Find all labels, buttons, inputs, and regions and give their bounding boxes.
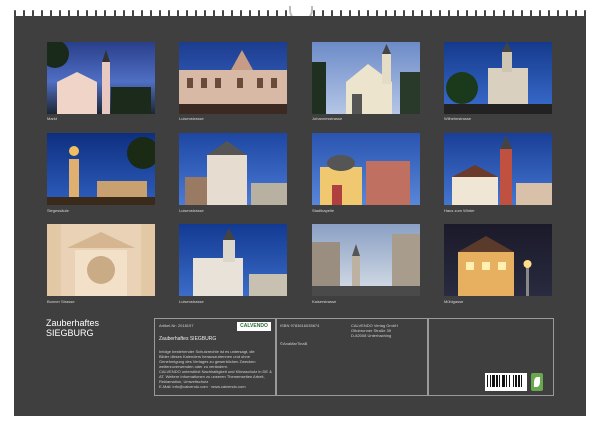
photo-luisenstrasse-2	[179, 133, 287, 205]
barcode-bar	[487, 375, 488, 387]
barcode	[485, 373, 527, 391]
barcode-bar	[490, 375, 491, 387]
photo-caption: Haus zum Winter	[444, 208, 475, 213]
barcode-bar	[509, 375, 510, 387]
photo-haus-zum-winter	[444, 133, 552, 205]
isbn: ISBN 9783616035674	[280, 323, 320, 328]
barcode-bar	[496, 375, 498, 387]
calendar-title-line2: SIEGBURG	[46, 328, 94, 338]
info-box-right	[428, 318, 554, 396]
info-box-middle: ISBN 9783616035674 ©AnaMarTinaB CALVENDO…	[276, 318, 428, 396]
photo-caption: Luisenstrasse	[179, 208, 204, 213]
photo-caption: Johannesstrasse	[312, 116, 343, 121]
barcode-bar	[515, 375, 517, 387]
article-number: Artikel-Nr: 2018197	[159, 323, 194, 328]
photo-caption: Mühlgasse	[444, 299, 464, 304]
photo-wilhelmstrasse	[444, 42, 552, 114]
photo-caption: Wilhelmstrasse	[444, 116, 472, 121]
publisher-city: D-82008 Unterhaching	[351, 333, 392, 338]
photo-caption: Siegessäule	[47, 208, 69, 213]
info-box-left: Artikel-Nr: 2018197 CALVENDO Zauberhafte…	[154, 318, 276, 396]
photo-luisenstrasse-1	[179, 42, 287, 114]
photo-caption: Luisenstrasse	[179, 116, 204, 121]
photo-caption: Bonner Strasse	[47, 299, 75, 304]
barcode-bar	[492, 375, 495, 387]
photo-johannesstrasse	[312, 42, 420, 114]
photo-markt	[47, 42, 155, 114]
photo-caption: Luisenstrasse	[179, 299, 204, 304]
barcode-bar	[499, 375, 500, 387]
photo-muehlgasse	[444, 224, 552, 296]
calendar-back-page: Markt Luisenstrasse Johannesstrasse Wilh…	[14, 16, 586, 416]
photo-luisenstrasse-3	[179, 224, 287, 296]
photo-bonner-strasse	[47, 224, 155, 296]
calvendo-logo: CALVENDO	[237, 322, 271, 331]
photo-siegessaeule	[47, 133, 155, 205]
barcode-bar	[502, 375, 505, 387]
eco-leaf-icon	[531, 373, 543, 391]
product-title: Zauberhaftes SIEGBURG	[159, 336, 217, 342]
author-line: ©AnaMarTinaB	[280, 341, 308, 346]
barcode-bar	[521, 375, 522, 387]
photo-caption: Stadtkapelle	[312, 208, 335, 213]
barcode-bar	[506, 375, 507, 387]
photo-kaiserstrasse	[312, 224, 420, 296]
description-line: E-Mail: info@calvendo.com · www.calvendo…	[159, 384, 246, 389]
photo-caption: Kaiserstrasse	[312, 299, 337, 304]
barcode-bar	[513, 375, 514, 387]
photo-stadtkapelle	[312, 133, 420, 205]
barcode-bar	[518, 375, 520, 387]
photo-caption: Markt	[47, 116, 57, 121]
